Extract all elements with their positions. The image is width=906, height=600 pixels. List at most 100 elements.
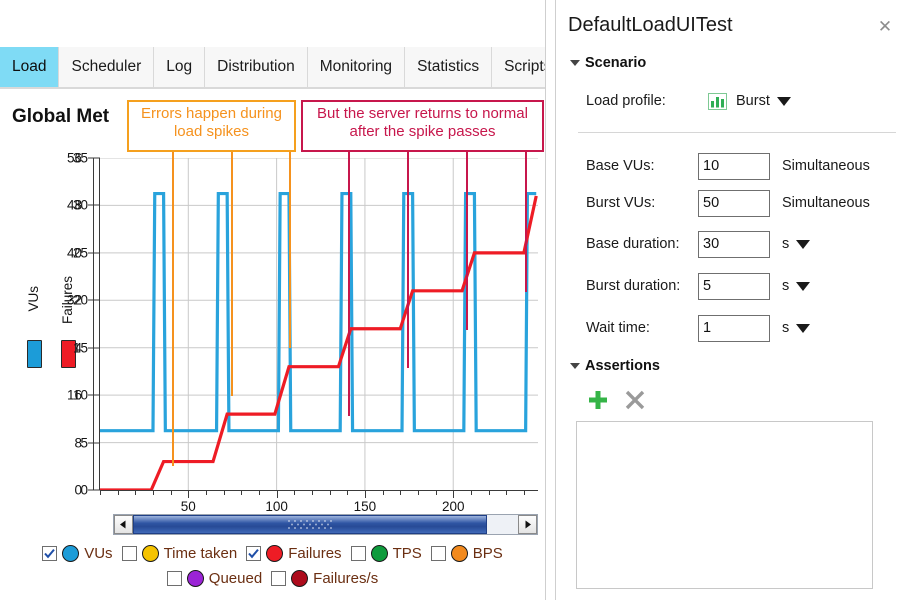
assertions-toolbar	[586, 388, 646, 412]
legend-item-queued[interactable]: Queued	[166, 570, 262, 587]
legend-label: Failures	[288, 545, 342, 562]
app-window: Load Scheduler Log Distribution Monitoring St…	[0, 0, 906, 600]
load-profile-label: Load profile:	[586, 93, 666, 109]
x-axis-line	[100, 490, 538, 491]
x-axis: 50 100 150 200	[100, 490, 538, 516]
legend-item-bps[interactable]: BPS	[430, 545, 503, 562]
legend-label: TPS	[392, 545, 422, 562]
y-axis-failures: Failures 0 5 10 15 20 25 30 35	[56, 151, 100, 498]
legend-item-failures[interactable]: Failures	[246, 545, 342, 562]
legend-label: VUs	[84, 545, 113, 562]
legend-item-failures-s[interactable]: Failures/s	[271, 570, 378, 587]
chart-horizontal-scrollbar[interactable]	[113, 514, 538, 535]
tab-log[interactable]: Log	[154, 47, 206, 87]
legend-color-swatch	[291, 570, 309, 587]
input-wait-time[interactable]	[698, 314, 770, 342]
field-row-burst-duration: Burst duration: s	[586, 271, 811, 301]
chart-legend: VUs Time taken Failures TPS BPS Queued Failur…	[0, 541, 545, 591]
x-tick-mark	[329, 490, 331, 495]
chevron-down-icon	[570, 60, 580, 66]
x-tick-label: 100	[265, 499, 288, 514]
legend-checkbox[interactable]	[166, 571, 182, 586]
chart-svg	[100, 158, 538, 490]
x-tick-mark	[100, 490, 101, 495]
assertions-list[interactable]	[576, 421, 873, 589]
field-suffix-base-duration[interactable]: s	[782, 236, 811, 252]
legend-color-swatch	[266, 545, 284, 562]
chevron-down-icon	[796, 323, 811, 333]
tab-underline	[0, 87, 545, 89]
field-label-base-duration: Base duration:	[586, 236, 680, 252]
field-label-base-vus: Base VUs:	[586, 158, 655, 174]
leader-line-crimson-1	[348, 152, 350, 416]
x-tick-mark	[488, 490, 490, 495]
y-tick-label: 30	[72, 197, 88, 213]
input-burst-duration[interactable]	[698, 272, 770, 300]
close-icon[interactable]: ✕	[874, 15, 896, 37]
y-tick-label: 25	[72, 245, 88, 261]
field-suffix-label: Simultaneous	[782, 195, 870, 211]
field-row-base-duration: Base duration: s	[586, 229, 811, 259]
tab-label: Monitoring	[319, 58, 393, 75]
x-tick-mark	[506, 490, 508, 495]
legend-item-vus[interactable]: VUs	[42, 545, 113, 562]
annotation-errors-text: Errors happen during load spikes	[141, 105, 282, 140]
leader-line-crimson-2	[407, 152, 409, 368]
x-tick-mark	[400, 490, 402, 495]
legend-checkbox[interactable]	[42, 546, 58, 561]
section-header-assertions[interactable]: Assertions	[570, 358, 660, 374]
x-tick-mark	[258, 490, 260, 495]
x-tick-label: 200	[441, 499, 465, 514]
section-header-scenario[interactable]: Scenario	[570, 55, 646, 71]
legend-checkbox[interactable]	[430, 546, 446, 561]
tab-load[interactable]: Load	[0, 47, 60, 87]
scrollbar-left-arrow[interactable]	[114, 515, 133, 534]
field-suffix-wait-time[interactable]: s	[782, 320, 811, 336]
legend-item-time-taken[interactable]: Time taken	[121, 545, 237, 562]
chart-plot-area[interactable]	[100, 158, 538, 490]
field-suffix-burst-duration[interactable]: s	[782, 278, 811, 294]
x-tick-mark	[170, 490, 172, 495]
scrollbar-track[interactable]	[133, 515, 518, 534]
y-tick-label: 5	[80, 435, 88, 451]
input-base-duration[interactable]	[698, 230, 770, 258]
tab-monitoring[interactable]: Monitoring	[307, 47, 406, 87]
pane-divider[interactable]	[545, 0, 556, 600]
load-profile-dropdown[interactable]: Burst	[736, 93, 791, 109]
legend-checkbox[interactable]	[246, 546, 262, 561]
legend-color-swatch	[450, 545, 468, 562]
panel-title: DefaultLoadUITest	[568, 14, 733, 36]
legend-checkbox[interactable]	[350, 546, 366, 561]
tab-scripts[interactable]: Scripts	[492, 47, 545, 87]
remove-assertion-icon[interactable]	[624, 389, 646, 411]
field-suffix-label: s	[782, 320, 790, 336]
legend-checkbox[interactable]	[121, 546, 137, 561]
x-tick-mark	[223, 490, 225, 495]
add-assertion-icon[interactable]	[586, 388, 610, 412]
legend-row-primary: VUs Time taken Failures TPS BPS	[0, 541, 545, 566]
annotation-normal-text: But the server returns to normal after t…	[317, 105, 528, 140]
x-tick-mark	[135, 490, 137, 495]
x-tick-mark	[205, 490, 207, 495]
x-tick-mark-major	[453, 490, 455, 498]
tab-statistics[interactable]: Statistics	[405, 47, 493, 87]
tab-label: Statistics	[417, 58, 480, 75]
input-burst-vus[interactable]	[698, 189, 770, 217]
scrollbar-right-arrow[interactable]	[518, 515, 537, 534]
tab-distribution[interactable]: Distribution	[205, 47, 308, 87]
x-tick-mark	[241, 490, 243, 495]
x-tick-label: 50	[180, 499, 196, 514]
tab-scheduler[interactable]: Scheduler	[59, 47, 155, 87]
chevron-down-icon	[796, 281, 811, 291]
input-base-vus[interactable]	[698, 152, 770, 180]
field-row-burst-vus: Burst VUs: Simultaneous	[586, 188, 870, 218]
scenario-panel: DefaultLoadUITest ✕ Scenario Load profil…	[556, 0, 906, 600]
y-tick-label: 0	[80, 482, 88, 498]
legend-item-tps[interactable]: TPS	[350, 545, 422, 562]
chevron-down-icon	[776, 96, 791, 106]
legend-checkbox[interactable]	[271, 571, 287, 586]
panel-divider-line	[578, 132, 896, 133]
bar-chart-icon	[708, 92, 727, 110]
y-tick-label: 10	[72, 387, 88, 403]
scrollbar-thumb[interactable]	[133, 515, 488, 534]
